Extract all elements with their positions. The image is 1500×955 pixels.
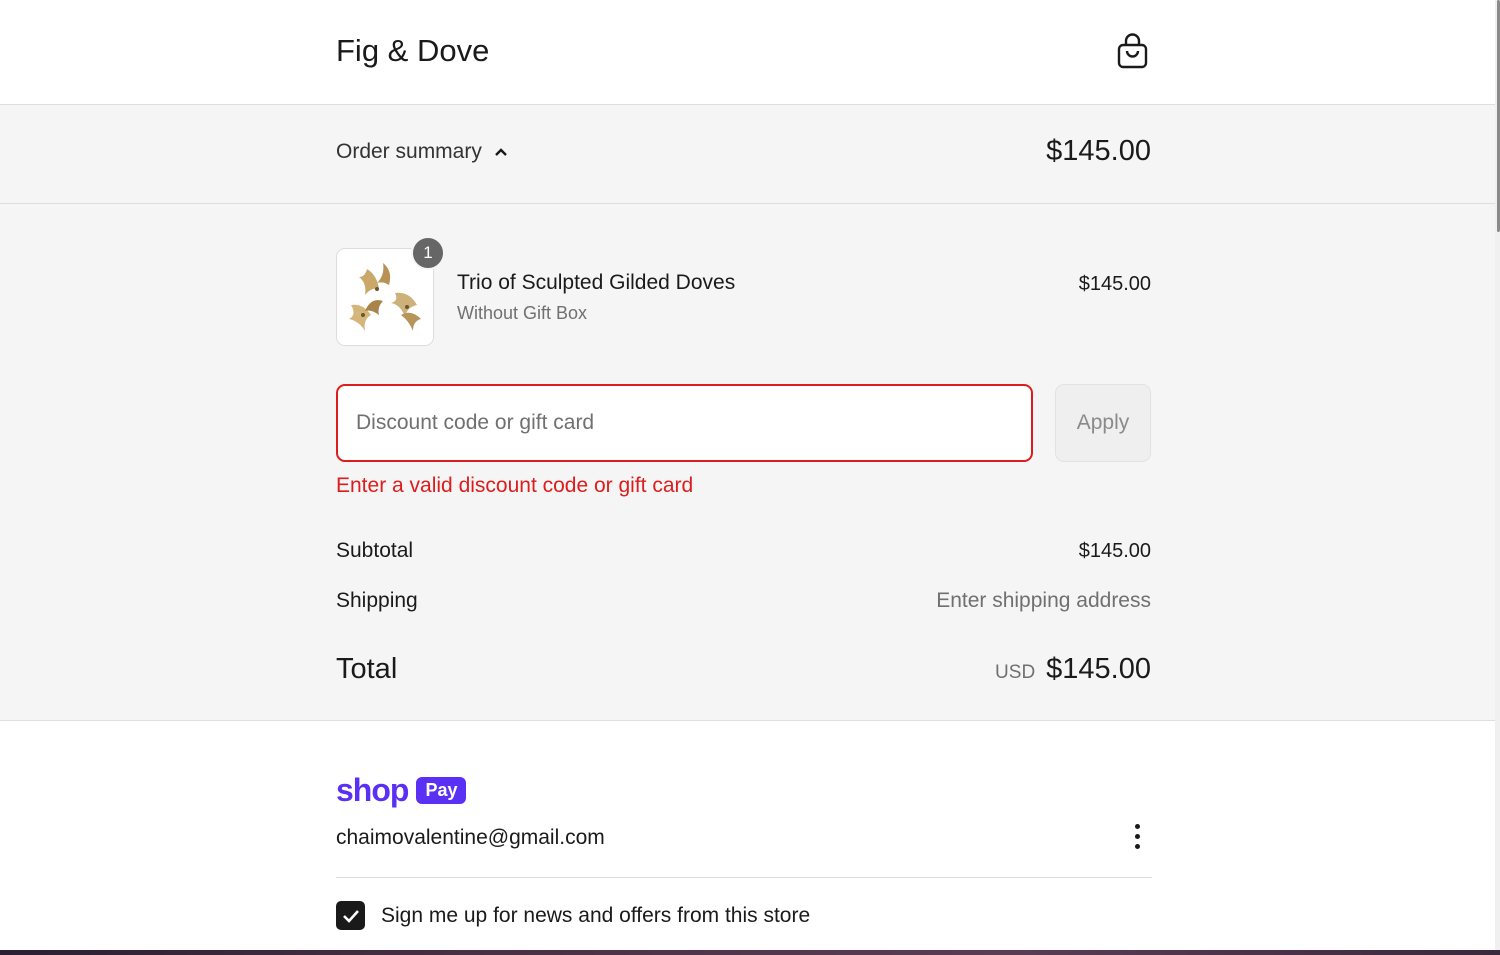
newsletter-label: Sign me up for news and offers from this…	[381, 903, 811, 927]
taskbar-edge	[0, 950, 1500, 955]
apply-discount-button[interactable]: Apply	[1055, 384, 1151, 462]
shipping-label: Shipping	[336, 589, 418, 612]
order-summary-panel	[0, 204, 1495, 721]
menu-dot	[1134, 843, 1140, 849]
shopping-bag-icon[interactable]	[1116, 33, 1149, 69]
total-amount: $145.00	[1046, 653, 1151, 685]
quantity-badge: 1	[411, 236, 445, 270]
subtotal-value: $145.00	[1078, 540, 1151, 562]
product-variant: Without Gift Box	[457, 303, 588, 323]
total-label: Total	[336, 653, 398, 685]
menu-dot	[1134, 823, 1140, 829]
section-divider	[336, 877, 1152, 878]
checkmark-icon	[342, 909, 359, 923]
subtotal-label: Subtotal	[336, 539, 414, 562]
store-brand[interactable]: Fig & Dove	[336, 33, 489, 69]
shipping-value: Enter shipping address	[936, 589, 1151, 612]
order-summary-label: Order summary	[336, 140, 482, 163]
newsletter-opt-in[interactable]: Sign me up for news and offers from this…	[336, 901, 810, 930]
discount-error-message: Enter a valid discount code or gift card	[336, 474, 694, 497]
discount-code-input[interactable]	[336, 384, 1033, 462]
menu-dot	[1134, 833, 1140, 839]
product-price: $145.00	[1078, 273, 1151, 295]
order-summary-toggle-bar	[0, 105, 1495, 204]
shop-pay-wordmark: shop	[336, 772, 409, 808]
shop-pay-logo: shop Pay	[336, 772, 467, 809]
total-value: USD $145.00	[995, 653, 1151, 686]
newsletter-checkbox[interactable]	[336, 901, 365, 930]
product-title: Trio of Sculpted Gilded Doves	[457, 271, 736, 294]
order-summary-toggle[interactable]: Order summary	[336, 140, 508, 164]
shop-pay-email: chaimovalentine@gmail.com	[336, 826, 605, 849]
order-summary-total: $145.00	[1046, 135, 1151, 167]
more-vertical-icon[interactable]	[1126, 820, 1148, 852]
currency-code: USD	[995, 662, 1036, 683]
shop-pay-pill: Pay	[416, 777, 467, 804]
checkout-header: Fig & Dove	[0, 0, 1495, 105]
chevron-up-icon	[495, 148, 507, 156]
